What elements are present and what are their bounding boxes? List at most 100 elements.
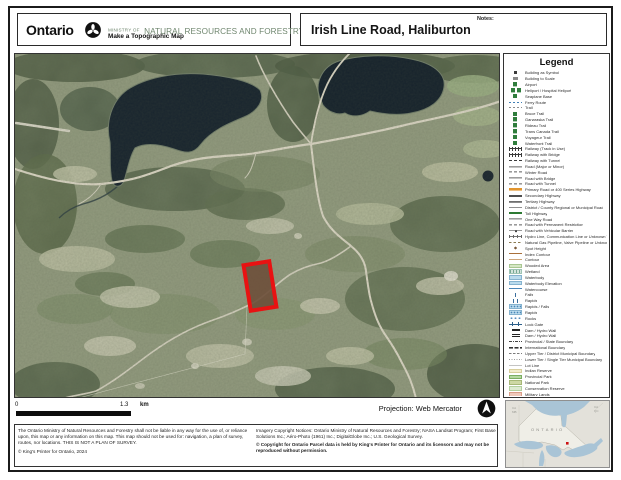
legend-swatch-restr-icon xyxy=(509,182,522,186)
legend-item-label: Index Contour xyxy=(525,252,550,257)
legend-swatch-raildash-icon xyxy=(509,158,522,162)
legend-item-label: Secondary Highway xyxy=(525,193,561,198)
legend-swatch-bint-icon xyxy=(509,345,522,349)
legend-item-label: Wooded Area xyxy=(525,263,549,268)
legend-swatch-restr-icon xyxy=(509,170,522,174)
legend-item-label: Dam / Hydro Wall xyxy=(525,333,556,338)
legend-swatch-icn-icon xyxy=(509,135,522,139)
legend-swatch-np-icon xyxy=(509,380,522,384)
legend-item-label: Road with Bridge xyxy=(525,176,555,181)
legend-item-label: Watercourse xyxy=(525,287,548,292)
legend-item-label: Building to Scale xyxy=(525,76,555,81)
legend-swatch-warea-icon xyxy=(509,310,522,314)
legend-item-label: Rapids xyxy=(525,310,537,315)
legend-item-label: Provincial Park xyxy=(525,374,552,379)
legend-item-label: Ganaraska Trail xyxy=(525,117,553,122)
notes-label: Notes: xyxy=(477,16,494,22)
legend-swatch-hwy3-icon xyxy=(509,199,522,203)
legend-swatch-lot-icon xyxy=(509,363,522,367)
legend-swatch-icn-icon xyxy=(509,112,522,116)
legend-swatch-warea-icon xyxy=(509,304,522,308)
parcel-outline xyxy=(244,261,277,311)
legend-item-label: One Way Road xyxy=(525,217,552,222)
legend-swatch-water-icon xyxy=(509,275,522,279)
legend-item-label: Waterfront Trail xyxy=(525,141,552,146)
legend-item-label: Road with Vehicular Barrier xyxy=(525,228,573,233)
aerial-imagery xyxy=(15,54,500,398)
legend-swatch-bscale-icon xyxy=(509,77,522,81)
map-canvas xyxy=(14,53,500,398)
legend-swatch-lock-icon xyxy=(509,322,522,326)
legend-item-label: Rapids xyxy=(525,298,537,303)
legend-item-label: Conservation Reserve xyxy=(525,386,565,391)
legend-item-label: Seaplane Base xyxy=(525,94,552,99)
imagery-notice-text: Imagery Copyright Notices: Ontario Minis… xyxy=(256,428,496,440)
legend-item-label: Road with Tunnel xyxy=(525,181,556,186)
legend-swatch-icn-icon xyxy=(509,82,522,86)
location-marker xyxy=(566,442,569,445)
legend-swatch-dam2-icon xyxy=(509,334,522,338)
parcel-notice-text: © Copyright for Ontario Parcel data is h… xyxy=(256,442,496,454)
scale-start-label: 0 xyxy=(15,402,18,408)
projection-label: Projection: Web Mercator xyxy=(300,404,462,413)
legend-item-label: Waterbody Elevation xyxy=(525,281,562,286)
legend-item-label: Railway (Track in Use) xyxy=(525,146,565,151)
legend-item-label: Road with Permanent Restriction xyxy=(525,222,583,227)
legend-swatch-bprov-icon xyxy=(509,340,522,344)
legend-swatch-road-icon xyxy=(509,164,522,168)
legend-swatch-road-icon xyxy=(509,217,522,221)
inset-map-svg: ONTARIO CA MB CA QC xyxy=(506,401,609,467)
legend-item-label: Tertiary Highway xyxy=(525,199,555,204)
legend-swatch-dashgray-icon xyxy=(509,106,522,110)
legend-swatch-icn2-icon xyxy=(509,88,522,92)
inset-locator-map: ONTARIO CA MB CA QC xyxy=(505,400,610,468)
north-arrow-icon xyxy=(477,399,496,418)
legend-item-label: Rapids / Falls xyxy=(525,304,549,309)
legend-swatch-rail-icon xyxy=(509,147,522,151)
legend-item-label: National Park xyxy=(525,380,549,385)
legend-item-label: Wetland xyxy=(525,269,540,274)
legend-item-label: Toll Highway xyxy=(525,211,547,216)
legend-swatch-hwy2-icon xyxy=(509,193,522,197)
legend-swatch-wood-icon xyxy=(509,264,522,268)
legend-item-label: Ferry Route xyxy=(525,100,546,105)
scale-unit-label: km xyxy=(140,402,149,408)
copyright-text: © King's Printer for Ontario, 2024 xyxy=(18,449,251,455)
legend-swatch-hwy1-icon xyxy=(509,188,522,192)
legend-item-label: Voyageur Trail xyxy=(525,135,551,140)
legend-item-label: Upper Tier / District Municipal Boundary xyxy=(525,351,595,356)
legend-swatch-bupper-icon xyxy=(509,351,522,355)
legend-item-label: Lower Tier / Single Tier Municipal Bound… xyxy=(525,357,602,362)
legend-swatch-rail-icon xyxy=(509,153,522,157)
legend-item-label: Lot Line xyxy=(525,363,539,368)
title-box: Irish Line Road, Haliburton Notes: xyxy=(300,13,607,46)
legend-swatch-restr-icon xyxy=(509,223,522,227)
legend-swatch-spot-icon xyxy=(509,246,522,250)
legend-swatch-icn-icon xyxy=(509,94,522,98)
legend-item-label: Indian Reserve xyxy=(525,368,552,373)
legend-title: Legend xyxy=(504,57,609,68)
legend-swatch-toll-icon xyxy=(509,211,522,215)
disclaimer-box: The Ontario Ministry of Natural Resource… xyxy=(14,424,498,467)
imagery-grain xyxy=(15,54,500,398)
imagery-notice-column: Imagery Copyright Notices: Ontario Minis… xyxy=(256,428,496,454)
legend-item-label: Waterbody xyxy=(525,275,544,280)
legend-item-label: Heliport / Hospital Heliport xyxy=(525,88,571,93)
legend-swatch-muni-icon xyxy=(509,205,522,209)
legend-swatch-icn-icon xyxy=(509,141,522,145)
legend-panel: Legend Building as SymbolBuilding to Sca… xyxy=(503,53,610,398)
legend-swatch-barrier-icon xyxy=(509,229,522,233)
legend-item-label: Primary Road or 400 Series Highway xyxy=(525,187,591,192)
scale-bar xyxy=(16,411,131,416)
header-logo-box: Ontario MINISTRY OF NATURAL RESOURCES AN… xyxy=(17,13,291,46)
legend-item-label: Winter Road xyxy=(525,170,547,175)
legend-item-label: Rideau Trail xyxy=(525,123,546,128)
legend-item-label: Trans Canada Trail xyxy=(525,129,559,134)
legend-item-label: Falls xyxy=(525,292,533,297)
legend-swatch-icn-icon xyxy=(509,117,522,121)
legend-swatch-ir-icon xyxy=(509,369,522,373)
legend-item-label: Building as Symbol xyxy=(525,70,559,75)
legend-swatch-wet-icon xyxy=(509,269,522,273)
ministry-prefix: MINISTRY OF xyxy=(108,27,140,32)
legend-swatch-icn-icon xyxy=(509,123,522,127)
